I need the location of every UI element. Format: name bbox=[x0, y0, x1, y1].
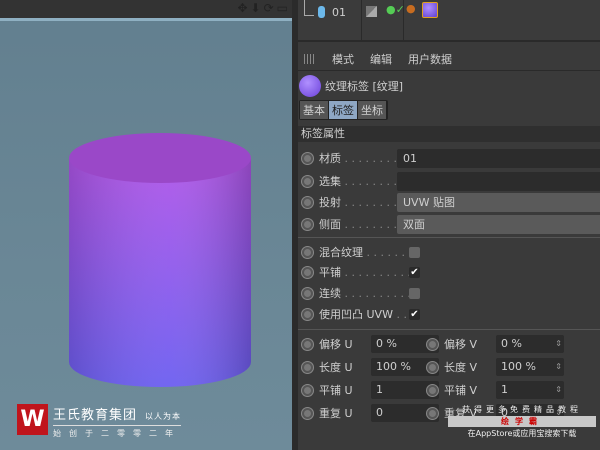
projection-row: 投射UVW 贴图 bbox=[302, 192, 600, 212]
menu-user-data[interactable]: 用户数据 bbox=[408, 51, 452, 67]
num-label: 平铺 U bbox=[319, 384, 353, 397]
anim-radio[interactable] bbox=[302, 287, 313, 299]
num-label: 偏移 V bbox=[444, 338, 478, 351]
logo-name: 王氏教育集团 bbox=[53, 408, 138, 423]
anim-radio[interactable] bbox=[302, 338, 313, 350]
anim-radio[interactable] bbox=[427, 361, 438, 373]
grip-icon[interactable] bbox=[304, 53, 316, 64]
logo-slogan: 以人为本 bbox=[145, 412, 182, 421]
check-label: 连续 bbox=[319, 285, 409, 301]
side-row: 侧面双面 bbox=[302, 214, 600, 234]
tile-v: 平铺 V 1 bbox=[427, 380, 564, 400]
attribute-menu-bar: 模式 编辑 用户数据 bbox=[298, 47, 600, 71]
layer-icon[interactable] bbox=[366, 6, 377, 17]
check-label: 使用凹凸 UVW bbox=[319, 306, 409, 322]
selection-label: 选集 bbox=[319, 173, 407, 189]
enabled-check-icon[interactable]: ●✓ bbox=[386, 3, 405, 16]
material-label: 材质 bbox=[319, 150, 407, 166]
tile-checkbox[interactable]: ✔ bbox=[409, 266, 420, 278]
num-label: 偏移 U bbox=[319, 338, 353, 351]
anim-radio[interactable] bbox=[302, 196, 313, 208]
num-label: 平铺 V bbox=[444, 384, 478, 397]
menu-edit[interactable]: 编辑 bbox=[370, 51, 392, 67]
promo-brand: 绘学霸 bbox=[448, 416, 596, 427]
logo-mark: W bbox=[17, 404, 48, 435]
bump-uvw-checkbox[interactable]: ✔ bbox=[409, 308, 420, 320]
num-label: 长度 V bbox=[444, 361, 478, 374]
tab-basic[interactable]: 基本 bbox=[300, 101, 329, 119]
divider bbox=[298, 237, 600, 238]
seamless-checkbox[interactable] bbox=[409, 287, 420, 299]
divider bbox=[298, 329, 600, 330]
length-u: 长度 U 100 % bbox=[302, 357, 439, 377]
side-dropdown[interactable]: 双面 bbox=[397, 214, 600, 234]
check-row: 连续 bbox=[302, 283, 420, 303]
projection-dropdown[interactable]: UVW 贴图 bbox=[397, 192, 600, 212]
viewport[interactable]: ✥ ⬇ ⟳ ▭ W 王氏教育集团 以人为本 始创于二零零二年 bbox=[0, 0, 292, 450]
tag-dots-icon[interactable]: ● bbox=[406, 2, 416, 15]
offset-v: 偏移 V 0 % bbox=[427, 334, 564, 354]
anim-radio[interactable] bbox=[302, 266, 313, 278]
num-label: 长度 U bbox=[319, 361, 353, 374]
tab-coords[interactable]: 坐标 bbox=[358, 101, 387, 119]
anim-radio[interactable] bbox=[302, 152, 313, 164]
offset-u: 偏移 U0 % bbox=[302, 334, 439, 354]
logo-founded: 始创于二零零二年 bbox=[53, 429, 181, 438]
menu-mode[interactable]: 模式 bbox=[332, 51, 354, 67]
tag-title: 纹理标签 [纹理] bbox=[325, 80, 404, 93]
check-label: 混合纹理 bbox=[319, 244, 409, 260]
repeat-u: 重复 U0 bbox=[302, 403, 439, 423]
mix-texture-checkbox[interactable] bbox=[409, 246, 420, 258]
anim-radio[interactable] bbox=[302, 246, 313, 258]
promo-line3: 在AppStore或应用宝搜索下载 bbox=[467, 429, 577, 438]
projection-label: 投射 bbox=[319, 194, 407, 210]
offset-v-input[interactable]: 0 % bbox=[496, 335, 564, 353]
length-v: 长度 V 100 % bbox=[427, 357, 564, 377]
anim-radio[interactable] bbox=[302, 407, 313, 419]
tag-tabs: 基本 标签 坐标 bbox=[299, 100, 388, 120]
material-row: 材质01 bbox=[302, 148, 600, 168]
selection-row: 选集 bbox=[302, 171, 600, 191]
anim-radio[interactable] bbox=[427, 338, 438, 350]
anim-radio[interactable] bbox=[302, 384, 313, 396]
check-label: 平铺 bbox=[319, 264, 409, 280]
anim-radio[interactable] bbox=[427, 407, 438, 419]
tab-tag[interactable]: 标签 bbox=[329, 101, 358, 119]
length-v-input[interactable]: 100 % bbox=[496, 358, 564, 376]
material-field[interactable]: 01 bbox=[397, 148, 600, 168]
anim-radio[interactable] bbox=[302, 218, 313, 230]
cylinder-icon bbox=[318, 6, 325, 18]
tile-u: 平铺 U1 bbox=[302, 380, 439, 400]
object-name[interactable]: 01 bbox=[332, 6, 346, 19]
texture-tag-icon[interactable] bbox=[422, 2, 438, 18]
check-row: 平铺✔ bbox=[302, 262, 420, 282]
side-label: 侧面 bbox=[319, 216, 407, 232]
num-label: 重复 U bbox=[319, 407, 353, 420]
tile-v-input[interactable]: 1 bbox=[496, 381, 564, 399]
section-header: 标签属性 bbox=[298, 126, 600, 142]
anim-radio[interactable] bbox=[302, 175, 313, 187]
check-row: 混合纹理 bbox=[302, 242, 420, 262]
watermark-logo: W 王氏教育集团 以人为本 始创于二零零二年 bbox=[17, 404, 182, 439]
selection-field[interactable] bbox=[397, 171, 600, 191]
watermark-promo: 获得更多免费精品教程 绘学霸 在AppStore或应用宝搜索下载 bbox=[448, 404, 596, 439]
object-manager: 01 ●✓ ● bbox=[298, 0, 600, 42]
tag-header: 纹理标签 [纹理] bbox=[299, 75, 403, 97]
cylinder-object[interactable] bbox=[0, 0, 292, 450]
check-row: 使用凹凸 UVW✔ bbox=[302, 304, 420, 324]
promo-line1: 获得更多免费精品教程 bbox=[462, 405, 582, 414]
anim-radio[interactable] bbox=[302, 361, 313, 373]
anim-radio[interactable] bbox=[427, 384, 438, 396]
anim-radio[interactable] bbox=[302, 308, 313, 320]
material-sphere-icon bbox=[299, 75, 321, 97]
